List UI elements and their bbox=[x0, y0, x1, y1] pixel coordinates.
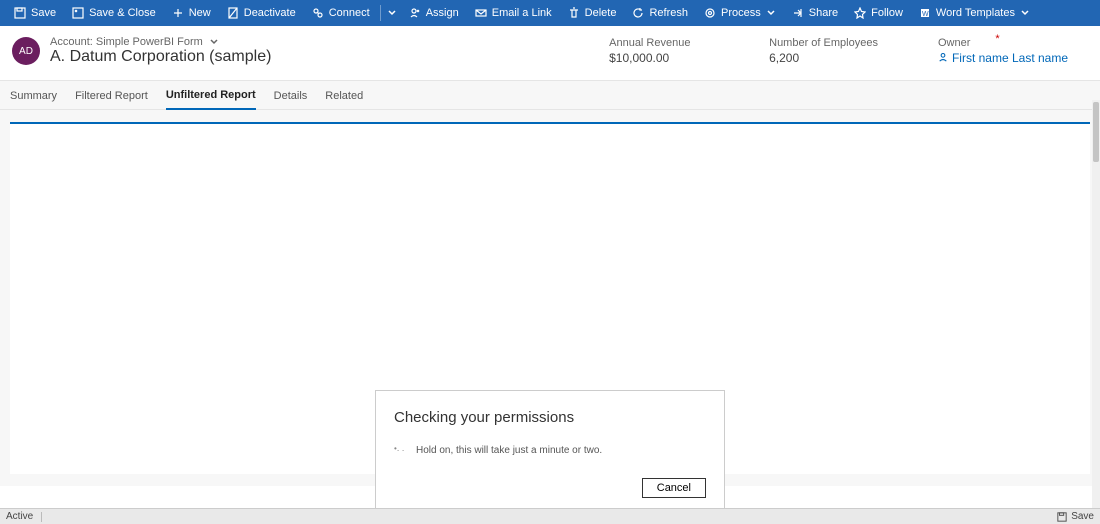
annual-revenue-field[interactable]: Annual Revenue $10,000.00 bbox=[609, 37, 709, 65]
connect-icon bbox=[312, 7, 324, 19]
num-employees-field[interactable]: Number of Employees 6,200 bbox=[769, 37, 878, 65]
chevron-down-icon bbox=[766, 8, 776, 18]
assign-icon bbox=[409, 7, 421, 19]
cancel-button[interactable]: Cancel bbox=[642, 478, 706, 498]
owner-field[interactable]: Owner * First name Last name bbox=[938, 37, 1068, 65]
tab-summary[interactable]: Summary bbox=[10, 82, 57, 109]
process-label: Process bbox=[721, 7, 761, 19]
record-state: Active bbox=[6, 511, 33, 522]
vertical-scrollbar[interactable] bbox=[1092, 100, 1100, 508]
email-icon bbox=[475, 7, 487, 19]
plus-icon bbox=[172, 7, 184, 19]
record-type-label: Account: Simple PowerBI Form bbox=[50, 36, 203, 48]
deactivate-icon bbox=[227, 7, 239, 19]
assign-label: Assign bbox=[426, 7, 459, 19]
spinner-icon: •․ ․ bbox=[394, 444, 406, 456]
dialog-message: Hold on, this will take just a minute or… bbox=[416, 445, 602, 456]
annual-revenue-label: Annual Revenue bbox=[609, 37, 709, 49]
save-icon bbox=[14, 7, 26, 19]
scrollbar-thumb[interactable] bbox=[1093, 102, 1099, 162]
refresh-label: Refresh bbox=[649, 7, 688, 19]
status-save-button[interactable]: Save bbox=[1057, 511, 1094, 522]
chevron-down-icon bbox=[209, 37, 219, 47]
record-header: AD Account: Simple PowerBI Form A. Datum… bbox=[0, 26, 1100, 80]
word-icon: W bbox=[919, 7, 931, 19]
process-button[interactable]: Process bbox=[696, 0, 784, 26]
tab-filtered-report[interactable]: Filtered Report bbox=[75, 82, 148, 109]
tab-strip: Summary Filtered Report Unfiltered Repor… bbox=[0, 80, 1100, 110]
assign-button[interactable]: Assign bbox=[401, 0, 467, 26]
delete-icon bbox=[568, 7, 580, 19]
tab-details[interactable]: Details bbox=[274, 82, 308, 109]
deactivate-button[interactable]: Deactivate bbox=[219, 0, 304, 26]
tab-unfiltered-report[interactable]: Unfiltered Report bbox=[166, 81, 256, 110]
save-label: Save bbox=[31, 7, 56, 19]
delete-button[interactable]: Delete bbox=[560, 0, 625, 26]
permissions-dialog: Checking your permissions •․ ․ Hold on, … bbox=[375, 390, 725, 513]
chevron-down-icon bbox=[387, 8, 397, 18]
chevron-down-icon bbox=[1020, 8, 1030, 18]
num-employees-label: Number of Employees bbox=[769, 37, 878, 49]
deactivate-label: Deactivate bbox=[244, 7, 296, 19]
tab-related[interactable]: Related bbox=[325, 82, 363, 109]
delete-label: Delete bbox=[585, 7, 617, 19]
svg-text:W: W bbox=[922, 11, 929, 18]
connect-button[interactable]: Connect bbox=[304, 0, 378, 26]
record-title: A. Datum Corporation (sample) bbox=[50, 48, 271, 66]
follow-button[interactable]: Follow bbox=[846, 0, 911, 26]
save-button[interactable]: Save bbox=[6, 0, 64, 26]
share-button[interactable]: Share bbox=[784, 0, 846, 26]
share-icon bbox=[792, 7, 804, 19]
refresh-button[interactable]: Refresh bbox=[624, 0, 696, 26]
status-save-label: Save bbox=[1071, 511, 1094, 522]
star-icon bbox=[854, 7, 866, 19]
separator bbox=[380, 5, 381, 21]
divider bbox=[41, 512, 42, 522]
follow-label: Follow bbox=[871, 7, 903, 19]
save-icon bbox=[1057, 512, 1067, 522]
share-label: Share bbox=[809, 7, 838, 19]
email-link-label: Email a Link bbox=[492, 7, 552, 19]
person-icon bbox=[938, 51, 948, 65]
connect-dropdown[interactable] bbox=[383, 0, 401, 26]
avatar: AD bbox=[12, 37, 40, 65]
status-bar: Active Save bbox=[0, 508, 1100, 524]
num-employees-value: 6,200 bbox=[769, 51, 878, 65]
owner-label: Owner * bbox=[938, 37, 1068, 49]
save-close-button[interactable]: Save & Close bbox=[64, 0, 164, 26]
command-bar: Save Save & Close New Deactivate Connect… bbox=[0, 0, 1100, 26]
word-templates-label: Word Templates bbox=[936, 7, 1015, 19]
word-templates-button[interactable]: W Word Templates bbox=[911, 0, 1038, 26]
process-icon bbox=[704, 7, 716, 19]
save-close-label: Save & Close bbox=[89, 7, 156, 19]
required-indicator: * bbox=[995, 33, 999, 45]
record-type-picker[interactable]: Account: Simple PowerBI Form bbox=[50, 36, 271, 48]
refresh-icon bbox=[632, 7, 644, 19]
dialog-title: Checking your permissions bbox=[394, 409, 706, 426]
annual-revenue-value: $10,000.00 bbox=[609, 51, 709, 65]
email-link-button[interactable]: Email a Link bbox=[467, 0, 560, 26]
save-close-icon bbox=[72, 7, 84, 19]
connect-label: Connect bbox=[329, 7, 370, 19]
owner-value[interactable]: First name Last name bbox=[938, 51, 1068, 65]
new-button[interactable]: New bbox=[164, 0, 219, 26]
new-label: New bbox=[189, 7, 211, 19]
